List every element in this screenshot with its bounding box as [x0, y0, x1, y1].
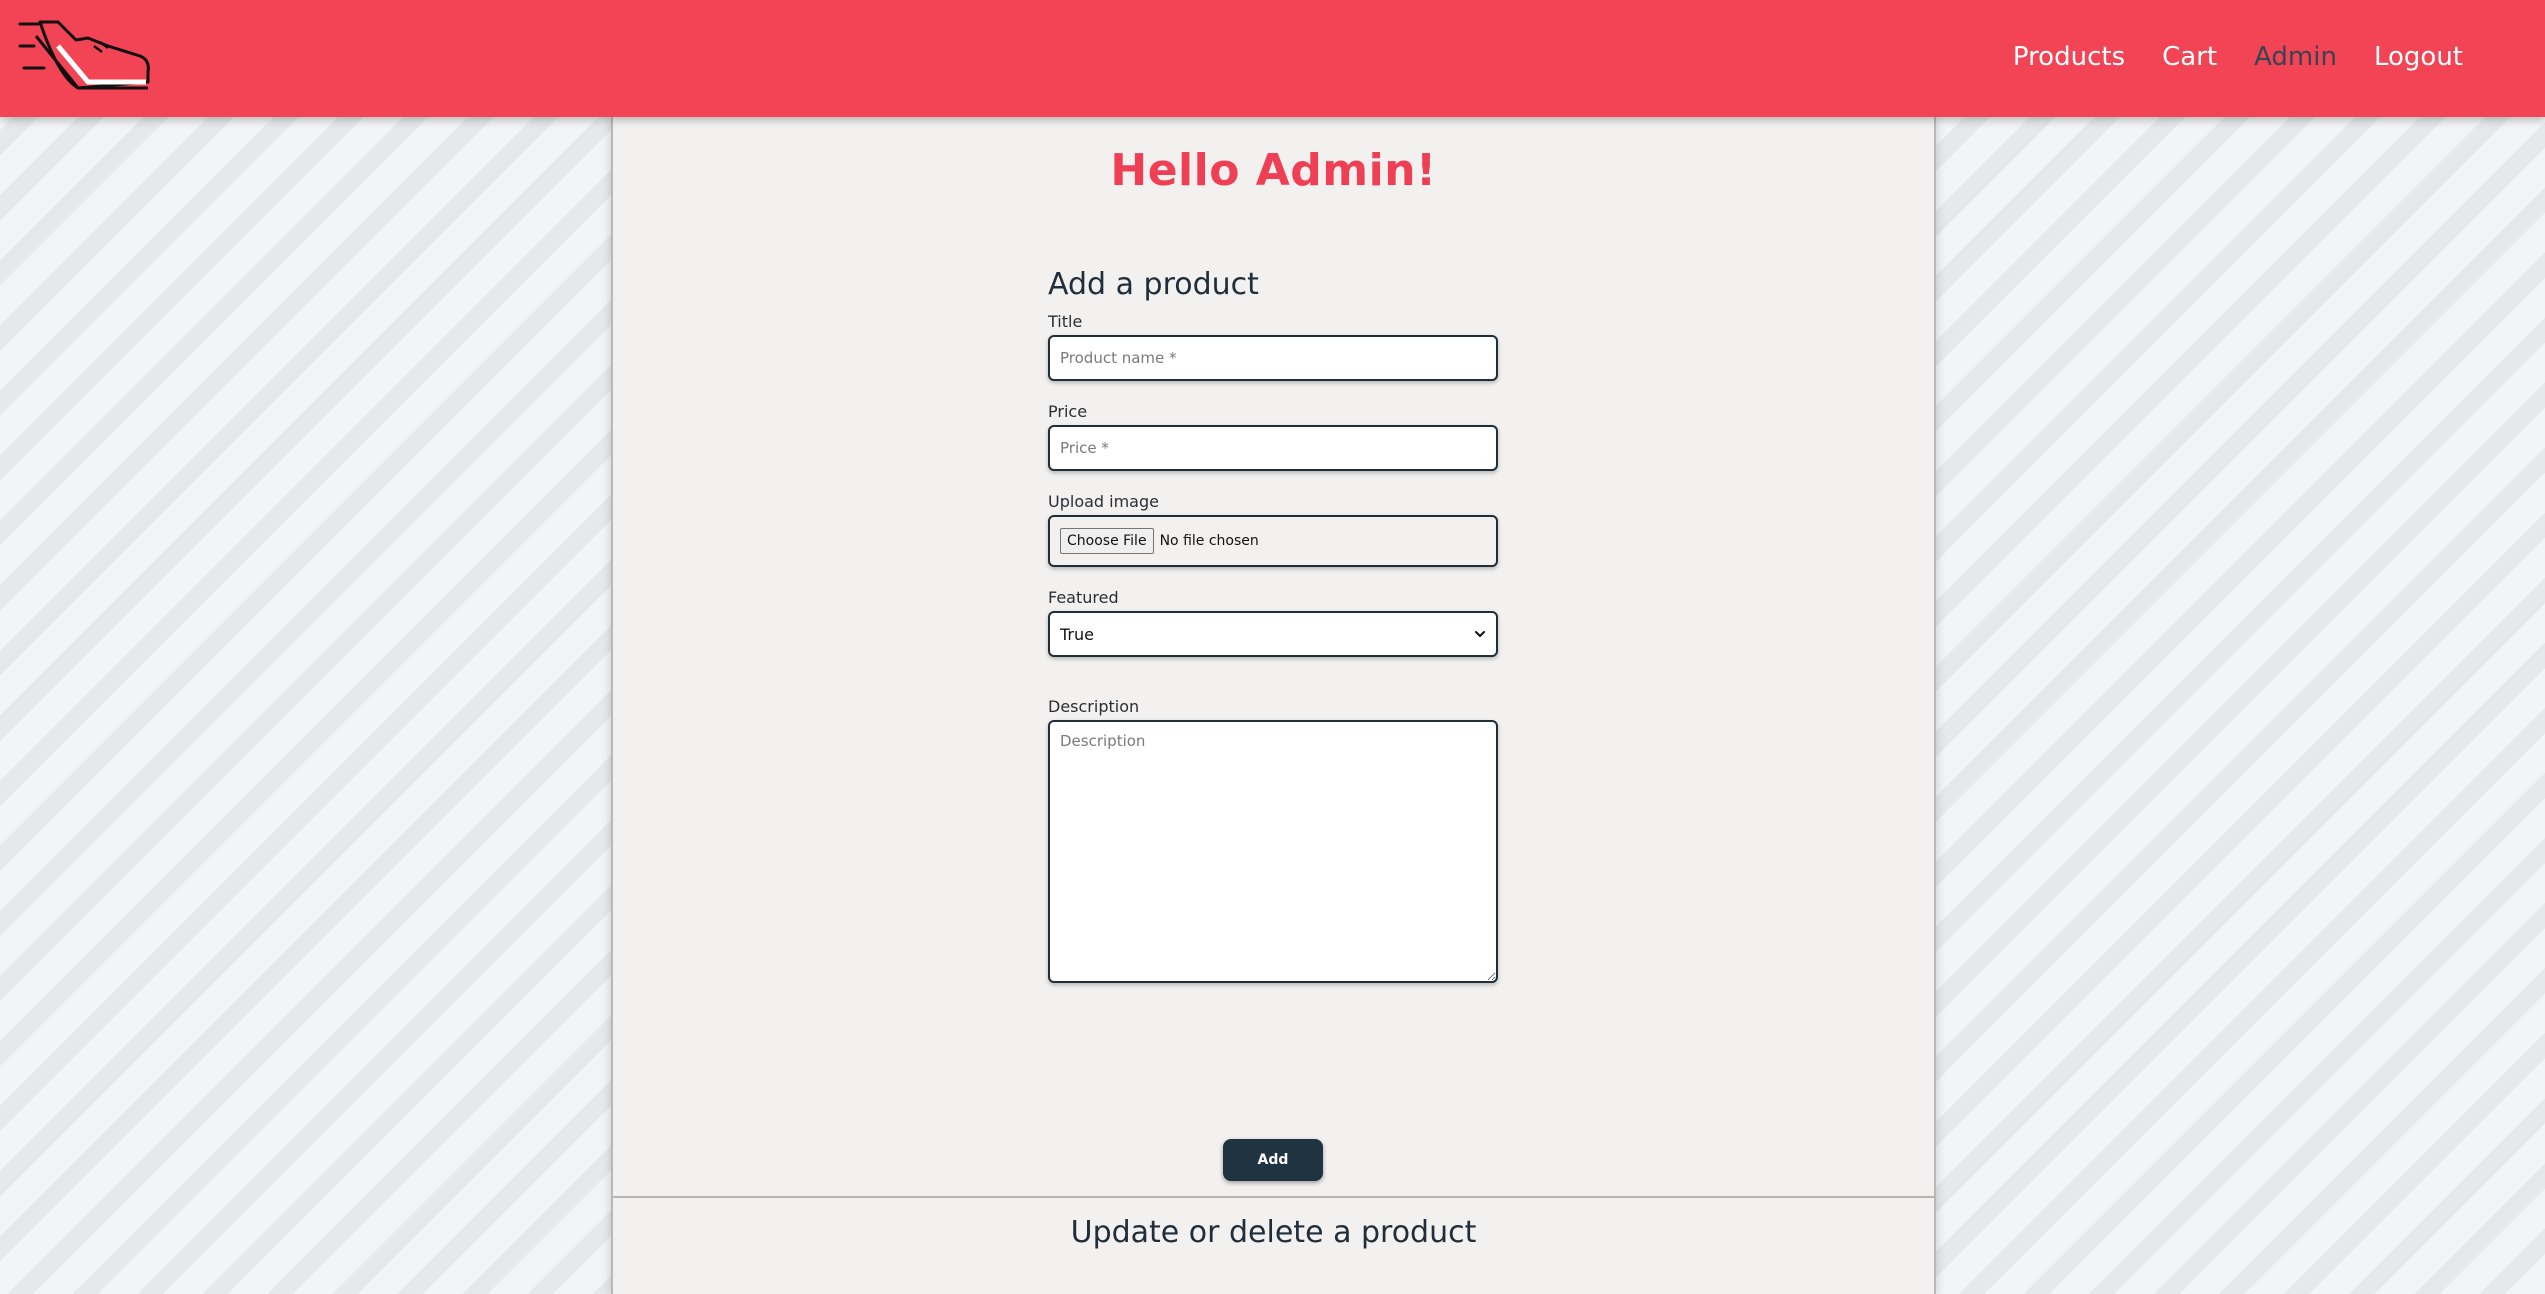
featured-selected-value: True	[1060, 624, 1094, 644]
main-nav: Products Cart Admin Logout	[2013, 0, 2463, 113]
nav-cart-link[interactable]: Cart	[2162, 42, 2217, 72]
nav-products-link[interactable]: Products	[2013, 42, 2125, 72]
description-textarea[interactable]	[1048, 720, 1498, 983]
update-delete-heading: Update or delete a product	[1070, 1215, 1477, 1250]
running-shoe-logo-icon[interactable]	[18, 16, 153, 98]
description-label: Description	[1048, 697, 1140, 716]
nav-admin-link[interactable]: Admin	[2254, 42, 2337, 72]
nav-logout-link[interactable]: Logout	[2374, 42, 2463, 72]
section-divider	[613, 1196, 1934, 1198]
upload-image-label: Upload image	[1048, 492, 1159, 511]
greeting-heading: Hello Admin!	[1110, 145, 1437, 196]
product-title-input[interactable]	[1048, 335, 1498, 381]
price-label: Price	[1048, 402, 1088, 421]
add-product-button[interactable]: Add	[1223, 1139, 1323, 1181]
image-file-input[interactable]: Choose File No file chosen	[1048, 515, 1498, 567]
chevron-down-icon	[1475, 631, 1485, 637]
add-product-heading: Add a product	[1048, 267, 1259, 302]
product-price-input[interactable]	[1048, 425, 1498, 471]
featured-label: Featured	[1048, 588, 1119, 607]
choose-file-button[interactable]: Choose File	[1060, 528, 1154, 554]
featured-select[interactable]: True	[1048, 611, 1498, 657]
file-status-text: No file chosen	[1159, 533, 1259, 549]
title-label: Title	[1048, 312, 1083, 331]
admin-panel: Hello Admin! Add a product Title Price U…	[611, 117, 1936, 1294]
top-navbar: Products Cart Admin Logout	[0, 0, 2545, 117]
